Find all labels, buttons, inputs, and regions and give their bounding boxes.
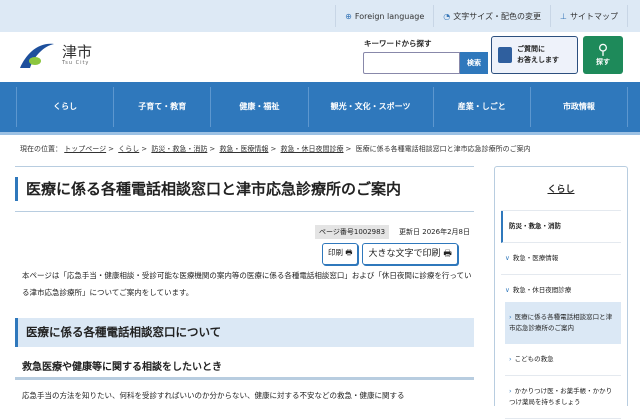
chatbot-button[interactable]: ご質問に お答えします (491, 36, 578, 74)
nav-sangyo[interactable]: 産業・しごと (432, 87, 530, 127)
nav-shisei[interactable]: 市政情報 (529, 87, 629, 127)
page-title: 医療に係る各種電話相談窓口と津市応急診療所のご案内 (15, 177, 401, 201)
divider (15, 377, 474, 380)
logo-mark-icon (20, 43, 54, 68)
robot-icon (498, 47, 512, 63)
text-size-color-link[interactable]: ◔ 文字サイズ・配色の変更 (434, 5, 552, 27)
sidebar-title[interactable]: くらし (501, 167, 621, 211)
sidebar-item[interactable]: › こどもの救急 (505, 344, 621, 377)
intro-text: 本ページは「応急手当・健康相談・受診可能な医療機関の案内等の医療に係る各種電話相… (22, 271, 472, 297)
nav-kenko[interactable]: 健康・福祉 (210, 87, 307, 127)
utility-bar: ⊕ Foreign language ◔ 文字サイズ・配色の変更 ⊥ サイトマップ (0, 0, 640, 32)
find-button[interactable]: ⚲ 探す (583, 36, 623, 74)
search-icon: ⚲ (597, 42, 609, 58)
sitemap-icon: ⊥ (560, 11, 567, 21)
chevron-down-icon: ∨ (505, 286, 510, 295)
nav-kosodate[interactable]: 子育て・教育 (113, 87, 210, 127)
globe-icon: ⊕ (345, 11, 352, 21)
printer-icon: 🖶 (345, 248, 353, 257)
sidebar-item[interactable]: ∨ 救急・休日夜間診療 (501, 275, 621, 302)
subheading: 救急医療や健康等に関する相談をしたいとき (22, 362, 222, 373)
foreign-language-link[interactable]: ⊕ Foreign language (336, 5, 435, 27)
search-label: キーワードから探す (364, 39, 432, 48)
breadcrumb-link[interactable]: 救急・休日夜間診療 (281, 145, 344, 153)
breadcrumb-link[interactable]: くらし (118, 145, 139, 153)
sidebar-item[interactable]: 防災・救急・消防 (501, 211, 621, 244)
text-size-icon: ◔ (443, 11, 451, 21)
chevron-right-icon: › (509, 313, 512, 322)
global-nav: くらし 子育て・教育 健康・福祉 観光・文化・スポーツ 産業・しごと 市政情報 (0, 82, 640, 135)
print-large-button[interactable]: 大きな文字で印刷 🖶 (362, 243, 458, 265)
page-meta: ページ番号1002983 更新日 2026年2月8日 (315, 225, 470, 239)
sidebar-item[interactable]: › かかりつけ医・お薬手帳・かかりつけ薬局を持ちましょう (505, 376, 621, 419)
breadcrumb: 現在の位置： トップページ > くらし > 防災・救急・消防 > 救急・医療情報 > 救… (20, 145, 531, 153)
print-button[interactable]: 印刷 🖶 (322, 243, 359, 265)
site-logo[interactable]: 津市 Tsu City (18, 40, 92, 70)
page-number: ページ番号1002983 (315, 225, 390, 239)
breadcrumb-link[interactable]: 救急・医療情報 (219, 145, 268, 153)
nav-kurashi[interactable]: くらし (16, 87, 113, 127)
chevron-right-icon: › (509, 355, 512, 364)
search-button[interactable]: 検索 (460, 52, 488, 74)
nav-kanko[interactable]: 観光・文化・スポーツ (307, 87, 433, 127)
sidebar-item-current[interactable]: › 医療に係る各種電話相談窓口と津市応急診療所のご案内 (505, 302, 621, 345)
breadcrumb-current: 医療に係る各種電話相談窓口と津市応急診療所のご案内 (355, 145, 531, 153)
section-heading: 医療に係る各種電話相談窓口について (15, 318, 474, 347)
chevron-down-icon: ∨ (505, 254, 510, 263)
sitemap-link[interactable]: ⊥ サイトマップ (551, 5, 628, 27)
breadcrumb-link[interactable]: トップページ (64, 145, 106, 153)
search-input[interactable] (363, 52, 460, 74)
updated-date: 更新日 2026年2月8日 (399, 228, 470, 236)
body-text: 応急手当の方法を知りたい、何科を受診すればいいのか分からない、健康に対する不安な… (22, 391, 405, 400)
page-title-box: 医療に係る各種電話相談窓口と津市応急診療所のご案内 (15, 166, 474, 212)
sidebar: くらし 防災・救急・消防 ∨ 救急・医療情報 ∨ 救急・休日夜間診療 › 医療に係る各… (494, 166, 628, 419)
printer-icon: 🖶 (443, 249, 452, 259)
chevron-right-icon: › (509, 387, 512, 396)
breadcrumb-link[interactable]: 防災・救急・消防 (151, 145, 207, 153)
sidebar-item[interactable]: ∨ 救急・医療情報 (501, 243, 621, 276)
